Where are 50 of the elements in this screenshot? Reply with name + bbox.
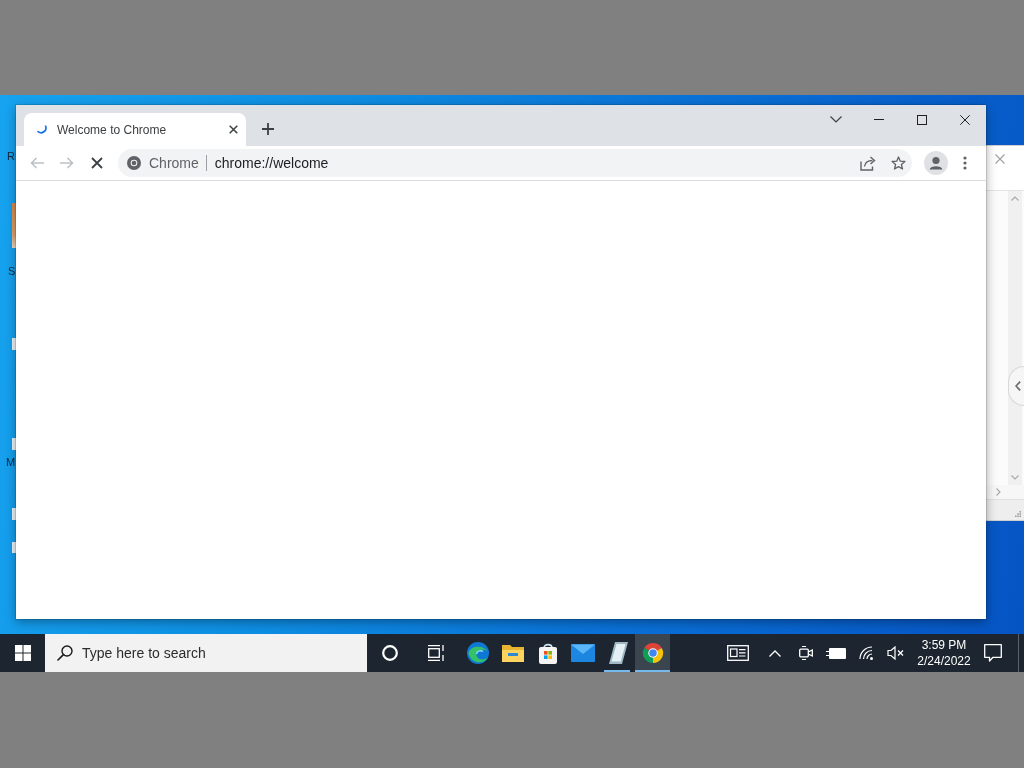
profile-button[interactable] (922, 149, 950, 177)
avatar-icon (924, 151, 948, 175)
notification-icon (984, 644, 1002, 662)
tab-title: Welcome to Chrome (57, 122, 167, 137)
search-icon (57, 645, 73, 661)
desktop-icon-label: R (7, 150, 15, 163)
address-bar[interactable]: Chrome chrome://welcome (118, 149, 912, 177)
shopping-bag-icon (537, 642, 558, 664)
newspaper-icon (727, 645, 749, 661)
desktop-icon-label: S (8, 265, 16, 278)
close-icon[interactable] (995, 154, 1005, 164)
task-view-icon (427, 645, 445, 661)
browser-logo-icon (641, 642, 664, 664)
plus-icon (262, 123, 274, 135)
share-icon (860, 155, 876, 171)
site-info-icon[interactable] (127, 156, 141, 170)
ring-icon (382, 645, 398, 661)
star-icon (890, 156, 906, 170)
browser-tab[interactable]: Welcome to Chrome (24, 113, 246, 146)
close-icon (959, 114, 970, 125)
battery-icon (826, 647, 846, 659)
resize-grip-icon[interactable] (1015, 511, 1021, 517)
chevron-up-icon (769, 649, 781, 657)
wifi-icon (858, 646, 874, 660)
url-text: chrome://welcome (214, 155, 329, 171)
desktop-icon (12, 203, 16, 248)
site-label: Chrome (149, 155, 199, 171)
desktop-icon (12, 438, 16, 450)
envelope-icon (570, 644, 595, 662)
minimize-icon (873, 119, 884, 120)
swirl-icon (466, 642, 489, 664)
notepad-icon (607, 642, 628, 664)
forward-arrow-icon (60, 157, 74, 169)
menu-icon (963, 156, 967, 170)
stop-icon (91, 157, 103, 169)
windows-logo-icon (14, 645, 31, 661)
back-arrow-icon (30, 157, 44, 169)
desktop-icon (12, 542, 16, 553)
maximize-icon (916, 114, 927, 125)
taskbar-app-button[interactable] (635, 634, 670, 672)
search-field[interactable]: Type here to search (45, 634, 367, 672)
desktop-icon (12, 508, 16, 520)
chevron-left-icon (1015, 381, 1021, 391)
folder-icon (501, 644, 524, 662)
desktop-icon-label: M (6, 456, 16, 469)
close-icon (228, 125, 238, 134)
desktop-icon (12, 338, 16, 350)
clock-button[interactable]: 3:59 PM 2/24/2022 (912, 634, 976, 672)
video-camera-icon (798, 645, 814, 661)
chevron-down-icon (830, 115, 842, 123)
